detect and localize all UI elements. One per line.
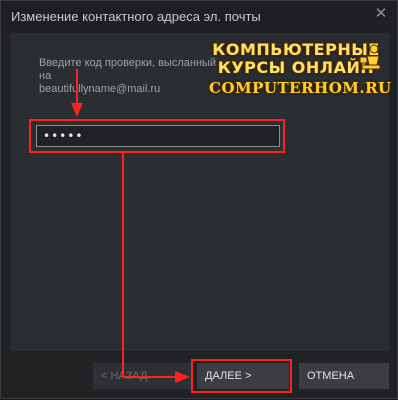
logo-line-1: КОМПЬЮТЕРНЫЕ	[212, 40, 380, 59]
instruction-line: Введите код проверки, высланный на	[39, 57, 217, 82]
title-bar: Изменение контактного адреса эл. почты ✕	[1, 1, 397, 31]
verification-code-input[interactable]: •••••	[36, 125, 280, 147]
cancel-button[interactable]: ОТМЕНА	[299, 363, 389, 389]
logo-line-3: COMPUTERHOM.RU	[209, 79, 392, 97]
change-email-dialog: Изменение контактного адреса эл. почты ✕…	[0, 0, 398, 399]
watermark-logo: КОМПЬЮТЕРНЫЕ КУРСЫ ОНЛАЙН COMPUTERHOM.RU	[209, 40, 392, 101]
email-address: beautifullyname@mail.ru	[39, 83, 161, 95]
back-button[interactable]: < НАЗАД	[93, 363, 191, 389]
dialog-title: Изменение контактного адреса эл. почты	[11, 9, 261, 24]
logo-icon	[359, 44, 381, 70]
close-icon[interactable]: ✕	[373, 6, 389, 22]
instruction-text: Введите код проверки, высланный на beaut…	[39, 57, 229, 96]
logo-line-2: КУРСЫ ОНЛАЙН	[217, 58, 375, 77]
next-highlight-frame	[191, 359, 292, 393]
